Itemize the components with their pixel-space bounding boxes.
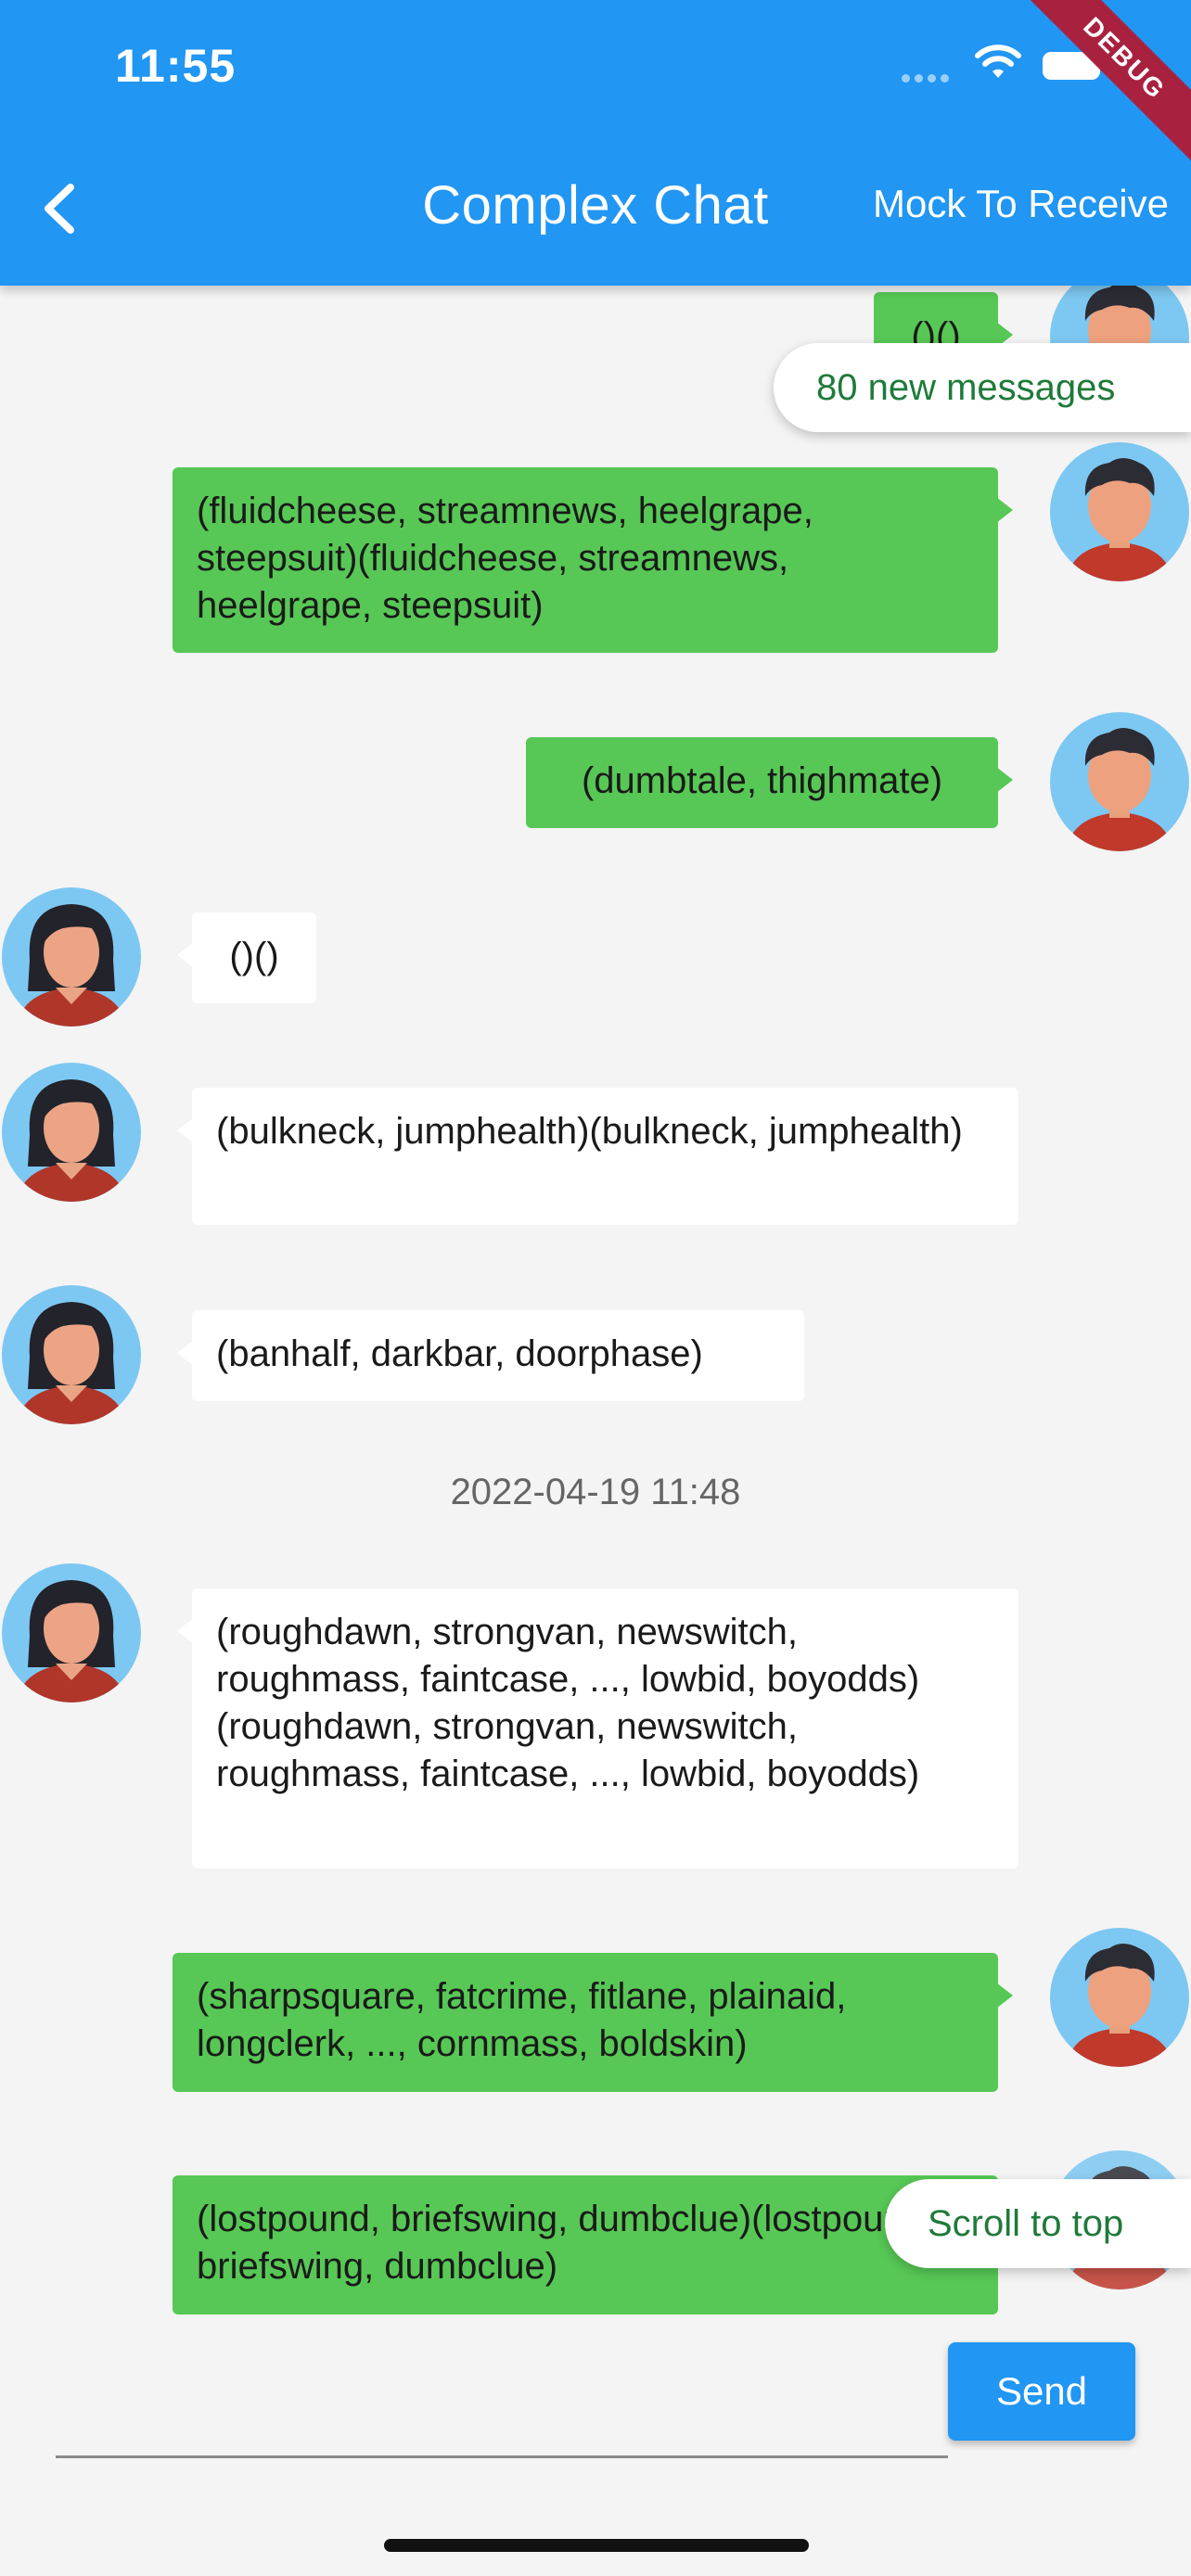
avatar[interactable]	[2, 887, 141, 1027]
mock-to-receive-button[interactable]: Mock To Receive	[873, 182, 1169, 226]
avatar[interactable]	[2, 1063, 141, 1202]
message-text: ()()	[229, 936, 279, 976]
received-message-bubble[interactable]: ()()	[177, 912, 316, 1003]
avatar[interactable]	[1050, 442, 1189, 581]
new-messages-button[interactable]: 80 new messages	[774, 343, 1191, 432]
message-text: (dumbtale, thighmate)	[581, 760, 943, 801]
male-avatar-icon	[1067, 458, 1172, 581]
sent-message-bubble[interactable]: (sharpsquare, fatcrime, fitlane, plainai…	[173, 1953, 1013, 2092]
message-text: (bulkneck, jumphealth)(bulkneck, jumphea…	[216, 1111, 963, 1152]
male-avatar-icon	[1067, 728, 1172, 851]
sent-message-bubble[interactable]: (fluidcheese, streamnews, heelgrape, ste…	[173, 467, 1013, 653]
message-timestamp: 2022-04-19 11:48	[450, 1472, 741, 1512]
avatar[interactable]	[1050, 712, 1189, 851]
wifi-icon	[975, 45, 1021, 78]
message-input[interactable]	[56, 2455, 948, 2458]
home-indicator	[384, 2539, 809, 2552]
message-text: (banhalf, darkbar, doorphase)	[216, 1333, 703, 1374]
debug-banner: DEBUG	[988, 0, 1191, 195]
female-avatar-icon	[17, 904, 126, 1027]
send-button[interactable]: Send	[948, 2342, 1135, 2441]
scroll-to-top-button[interactable]: Scroll to top	[885, 2179, 1191, 2268]
avatar[interactable]	[2, 1563, 141, 1702]
female-avatar-icon	[17, 1302, 126, 1424]
app-bar: 11:55 Complex Chat Mock To Receive DEBUG	[0, 0, 1191, 286]
status-time: 11:55	[115, 40, 237, 92]
male-avatar-icon	[1067, 1944, 1172, 2067]
sent-message-bubble[interactable]: (dumbtale, thighmate)	[526, 737, 1013, 828]
avatar[interactable]	[2, 1285, 141, 1424]
message-text: (fluidcheese, streamnews, heelgrape, ste…	[197, 491, 813, 626]
sent-message-bubble[interactable]: (lostpound, briefswing, dumbclue)(lostpo…	[173, 2175, 1013, 2315]
female-avatar-icon	[17, 1580, 126, 1702]
avatar[interactable]	[1050, 1928, 1189, 2067]
message-text: (lostpound, briefswing, dumbclue)(lostpo…	[197, 2199, 935, 2287]
message-text: (roughdawn, strongvan, newswitch, roughm…	[216, 1612, 920, 1794]
message-text: (sharpsquare, fatcrime, fitlane, plainai…	[197, 1976, 847, 2064]
received-message-bubble[interactable]: (roughdawn, strongvan, newswitch, roughm…	[177, 1588, 1018, 1868]
cellular-signal-icon	[902, 70, 954, 87]
received-message-bubble[interactable]: (bulkneck, jumphealth)(bulkneck, jumphea…	[177, 1088, 1018, 1225]
female-avatar-icon	[17, 1079, 126, 1202]
received-message-bubble[interactable]: (banhalf, darkbar, doorphase)	[177, 1310, 804, 1401]
